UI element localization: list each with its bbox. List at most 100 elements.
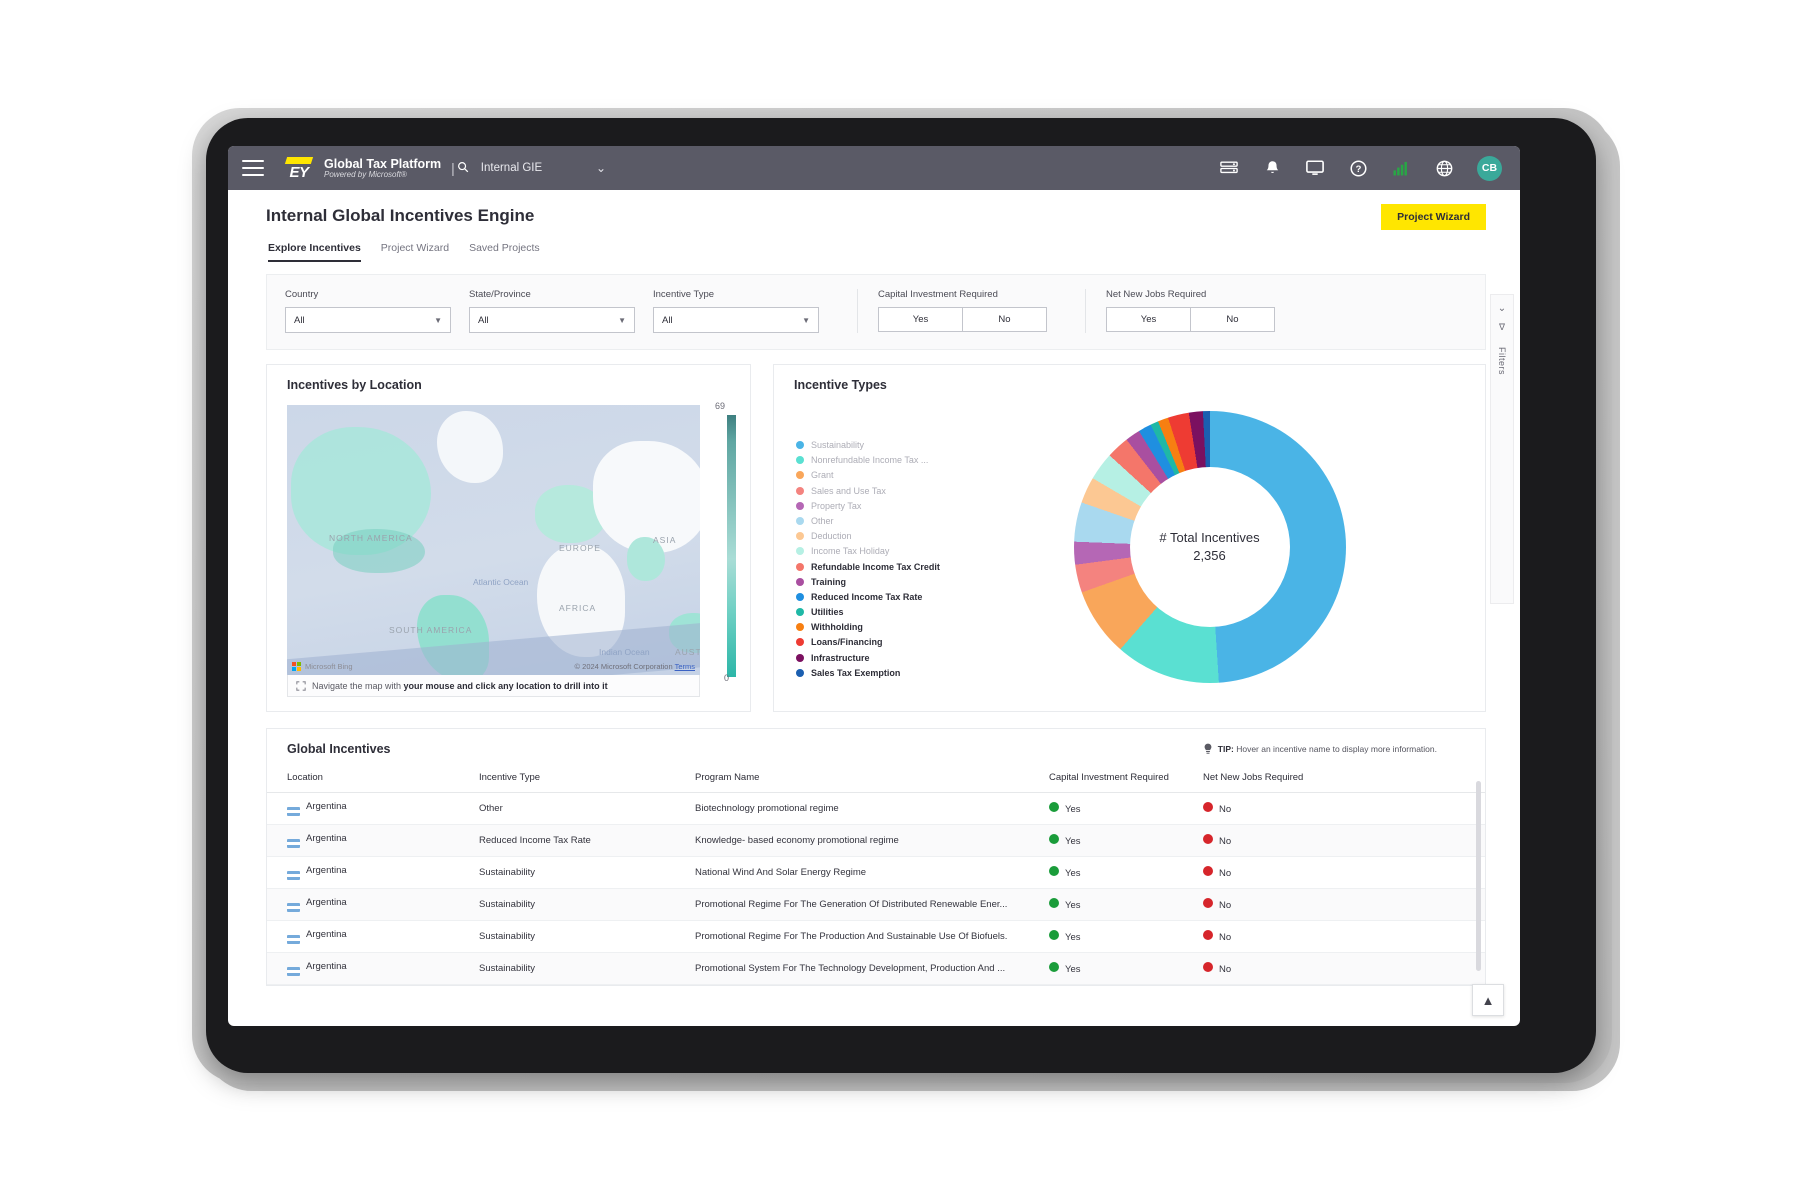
legend-item[interactable]: Nonrefundable Income Tax ... <box>796 455 954 465</box>
user-avatar[interactable]: CB <box>1477 156 1502 181</box>
status-label: Yes <box>1065 932 1081 943</box>
location-label: Argentina <box>306 801 347 812</box>
legend-item[interactable]: Utilities <box>796 607 954 617</box>
world-map[interactable]: NORTH AMERICA SOUTH AMERICA EUROPE AFRIC… <box>287 405 700 675</box>
legend-item[interactable]: Sales Tax Exemption <box>796 668 954 678</box>
location-label: Argentina <box>306 897 347 908</box>
cell-capital-investment: Yes <box>1049 857 1203 889</box>
cell-net-new-jobs: No <box>1203 953 1485 985</box>
cell-program-name[interactable]: Promotional System For The Technology De… <box>695 953 1049 985</box>
column-capital-investment[interactable]: Capital Investment Required <box>1049 766 1203 793</box>
legend-item[interactable]: Refundable Income Tax Credit <box>796 562 954 572</box>
map-label-north-america: NORTH AMERICA <box>329 533 413 543</box>
donut-chart-area: # Total Incentives 2,356 <box>954 410 1465 683</box>
filter-capital-investment: Capital Investment Required Yes No <box>878 289 1047 332</box>
context-selector-label[interactable]: Internal GIE <box>481 162 542 174</box>
donut-card-body: Sustainability Nonrefundable Income Tax .… <box>774 392 1485 703</box>
donut-center-label: # Total Incentives <box>1159 530 1259 545</box>
donut-center-value: 2,356 <box>1193 548 1226 563</box>
net-new-jobs-yes[interactable]: Yes <box>1106 307 1191 332</box>
filters-panel: Country All ▼ State/Province All ▼ Incen… <box>266 274 1486 350</box>
filters-rail[interactable]: ⌄ ∇ Filters <box>1490 294 1514 604</box>
table-row[interactable]: ArgentinaSustainabilityNational Wind And… <box>267 857 1485 889</box>
tab-project-wizard[interactable]: Project Wizard <box>381 242 449 262</box>
table-row[interactable]: ArgentinaReduced Income Tax RateKnowledg… <box>267 825 1485 857</box>
state-province-select[interactable]: All ▼ <box>469 307 635 333</box>
table-row[interactable]: ArgentinaSustainabilityPromotional Regim… <box>267 921 1485 953</box>
table-scrollbar[interactable] <box>1476 781 1481 971</box>
tab-explore-incentives[interactable]: Explore Incentives <box>268 242 361 262</box>
donut-chart[interactable]: # Total Incentives 2,356 <box>1074 411 1346 683</box>
cell-capital-investment: Yes <box>1049 825 1203 857</box>
legend-item[interactable]: Infrastructure <box>796 653 954 663</box>
donut-center: # Total Incentives 2,356 <box>1130 467 1290 627</box>
cell-program-name[interactable]: Promotional Regime For The Production An… <box>695 921 1049 953</box>
status-label: No <box>1219 804 1231 815</box>
search-icon[interactable] <box>457 161 469 176</box>
legend-item[interactable]: Withholding <box>796 622 954 632</box>
legend-label: Sales Tax Exemption <box>811 668 900 678</box>
column-net-new-jobs[interactable]: Net New Jobs Required <box>1203 766 1485 793</box>
cell-incentive-type: Reduced Income Tax Rate <box>479 825 695 857</box>
hamburger-menu-icon[interactable] <box>242 160 264 176</box>
capital-investment-no[interactable]: No <box>963 307 1047 332</box>
ey-logo-mark <box>285 157 313 164</box>
legend-item[interactable]: Property Tax <box>796 501 954 511</box>
cell-program-name[interactable]: Biotechnology promotional regime <box>695 793 1049 825</box>
incentive-type-select[interactable]: All ▼ <box>653 307 819 333</box>
cell-program-name[interactable]: National Wind And Solar Energy Regime <box>695 857 1049 889</box>
funnel-icon[interactable]: ∇ <box>1499 322 1505 333</box>
cell-capital-investment: Yes <box>1049 793 1203 825</box>
monitor-icon[interactable] <box>1305 158 1325 178</box>
table-row[interactable]: ArgentinaSustainabilityPromotional Regim… <box>267 889 1485 921</box>
legend-item[interactable]: Sales and Use Tax <box>796 486 954 496</box>
legend-item[interactable]: Training <box>796 577 954 587</box>
cell-incentive-type: Sustainability <box>479 857 695 889</box>
cell-capital-investment: Yes <box>1049 921 1203 953</box>
table-tip-label: TIP: <box>1218 744 1234 754</box>
filter-country: Country All ▼ <box>285 289 451 333</box>
server-list-icon[interactable] <box>1219 158 1239 178</box>
scroll-to-top-button[interactable]: ▲ <box>1472 984 1504 1016</box>
bell-icon[interactable] <box>1262 158 1282 178</box>
country-flag-icon <box>287 903 300 912</box>
legend-item[interactable]: Grant <box>796 470 954 480</box>
cell-location: Argentina <box>267 953 479 985</box>
header-divider: | <box>451 160 455 176</box>
incentive-type-select-value: All <box>662 315 673 326</box>
cell-incentive-type: Sustainability <box>479 921 695 953</box>
legend-label: Loans/Financing <box>811 637 883 647</box>
cell-program-name[interactable]: Promotional Regime For The Generation Of… <box>695 889 1049 921</box>
column-incentive-type[interactable]: Incentive Type <box>479 766 695 793</box>
map-terms-link[interactable]: Terms <box>675 662 695 671</box>
chevron-down-icon[interactable]: ⌄ <box>596 161 606 175</box>
column-program-name[interactable]: Program Name <box>695 766 1049 793</box>
cell-program-name[interactable]: Knowledge- based economy promotional reg… <box>695 825 1049 857</box>
map-label-indian-ocean: Indian Ocean <box>599 647 650 657</box>
legend-item[interactable]: Other <box>796 516 954 526</box>
globe-icon[interactable] <box>1434 158 1454 178</box>
country-select[interactable]: All ▼ <box>285 307 451 333</box>
column-location[interactable]: Location <box>267 766 479 793</box>
chevron-down-icon[interactable]: ⌄ <box>1498 303 1506 314</box>
map-hint-text: Navigate the map with your mouse and cli… <box>312 681 608 691</box>
legend-item[interactable]: Income Tax Holiday <box>796 546 954 556</box>
legend-item[interactable]: Deduction <box>796 531 954 541</box>
analytics-bars-icon[interactable] <box>1391 158 1411 178</box>
legend-item[interactable]: Reduced Income Tax Rate <box>796 592 954 602</box>
table-row[interactable]: ArgentinaSustainabilityPromotional Syste… <box>267 953 1485 985</box>
status-dot-yes <box>1049 834 1059 844</box>
tab-saved-projects[interactable]: Saved Projects <box>469 242 540 262</box>
legend-item[interactable]: Sustainability <box>796 440 954 450</box>
ey-logo[interactable]: EY <box>286 157 312 180</box>
help-icon[interactable]: ? <box>1348 158 1368 178</box>
net-new-jobs-no[interactable]: No <box>1191 307 1275 332</box>
filter-country-label: Country <box>285 289 451 300</box>
microsoft-logo-icon <box>292 662 301 671</box>
map-label-south-america: SOUTH AMERICA <box>389 625 472 635</box>
table-tip: TIP: Hover an incentive name to display … <box>1203 743 1465 755</box>
capital-investment-yes[interactable]: Yes <box>878 307 963 332</box>
table-row[interactable]: ArgentinaOtherBiotechnology promotional … <box>267 793 1485 825</box>
legend-item[interactable]: Loans/Financing <box>796 637 954 647</box>
project-wizard-button[interactable]: Project Wizard <box>1381 204 1486 230</box>
